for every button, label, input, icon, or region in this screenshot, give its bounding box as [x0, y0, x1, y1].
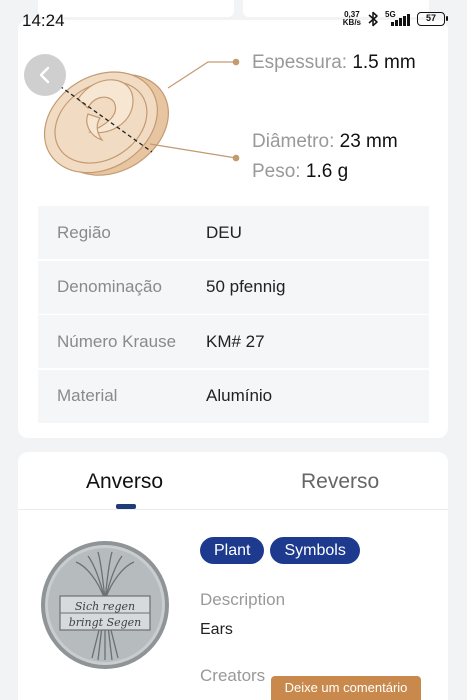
tab-reverso[interactable]: Reverso	[301, 470, 379, 494]
tag-plant[interactable]: Plant	[200, 537, 265, 564]
status-bar: 14:24 0,37 KB/s 5G 57	[0, 0, 467, 40]
obverse-coin-image[interactable]: Sich regen bringt Segen	[40, 540, 170, 670]
description-value: Ears	[200, 621, 233, 638]
detail-row-material: Material Alumínio	[38, 369, 429, 423]
tab-divider	[18, 509, 448, 510]
leave-comment-button[interactable]: Deixe um comentário	[271, 676, 421, 700]
detail-row-region: Região DEU	[38, 206, 429, 259]
status-time: 14:24	[22, 11, 65, 30]
coin-inscription-line1: Sich regen	[75, 600, 135, 613]
creators-label: Creators	[200, 666, 266, 685]
status-icons: 0,37 KB/s 5G 57	[342, 10, 448, 27]
diameter-spec: Diâmetro: 23 mm	[252, 131, 398, 152]
back-button[interactable]	[24, 54, 66, 96]
coin-details-table: Região DEU Denominação 50 pfennig Número…	[38, 206, 429, 424]
tag-symbols[interactable]: Symbols	[270, 537, 360, 564]
battery-icon: 57	[417, 12, 448, 26]
coin-inscription-line2: bringt Segen	[69, 616, 142, 629]
detail-row-denomination: Denominação 50 pfennig	[38, 260, 429, 314]
network-speed: 0,37 KB/s	[342, 10, 361, 27]
chevron-left-icon	[39, 66, 50, 84]
coin-dimension-diagram	[43, 58, 240, 176]
description-label: Description	[200, 590, 286, 609]
weight-spec: Peso: 1.6 g	[252, 161, 349, 182]
obverse-tags: Plant Symbols	[200, 537, 360, 564]
detail-row-krause-number: Número Krause KM# 27	[38, 315, 429, 368]
bluetooth-icon	[368, 11, 378, 27]
thickness-spec: Espessura: 1.5 mm	[252, 52, 416, 73]
signal-icon: 5G	[385, 10, 411, 26]
tab-anverso[interactable]: Anverso	[86, 470, 163, 494]
